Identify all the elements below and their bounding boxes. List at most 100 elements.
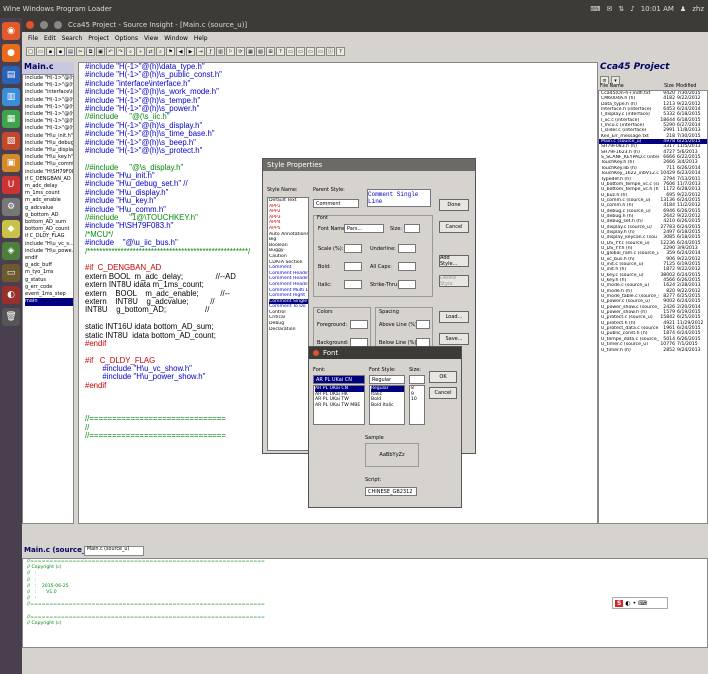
ime-mode-icon[interactable]: ◐ — [625, 600, 630, 607]
font-name-field[interactable]: Pars... — [344, 224, 384, 233]
font-field[interactable]: AR PL UKai CN — [313, 375, 365, 384]
symbol-item[interactable]: include "H(-1>"@(h)... — [25, 82, 73, 89]
software-center-icon[interactable]: ▣ — [2, 154, 20, 172]
network-icon[interactable]: ⇅ — [618, 5, 624, 13]
menu-project[interactable]: Project — [88, 35, 109, 42]
size-field[interactable] — [404, 224, 420, 233]
back-icon[interactable]: ◀ — [176, 47, 185, 56]
print-icon[interactable]: ▤ — [66, 47, 75, 56]
underline-field[interactable] — [398, 244, 416, 253]
context-window[interactable]: //======================================… — [22, 558, 708, 648]
menu-window[interactable]: Window — [164, 35, 188, 42]
font-size-item[interactable]: 10 — [411, 397, 424, 403]
minimize-icon[interactable] — [40, 21, 48, 29]
symbol-item[interactable]: g_status — [25, 277, 73, 284]
find-icon[interactable]: ⌕ — [126, 47, 135, 56]
forward-icon[interactable]: ▶ — [186, 47, 195, 56]
app-icon[interactable]: ◐ — [2, 286, 20, 304]
symbol-item[interactable]: include "interface\int... — [25, 89, 73, 96]
symbol-item[interactable]: if C_DENGBAN_AD — [25, 176, 73, 183]
done-button[interactable]: Done — [439, 199, 469, 211]
symbol-item[interactable]: m_adc_enable — [25, 197, 73, 204]
style-cancel-button[interactable]: Cancel — [439, 221, 469, 233]
symbol-item[interactable]: g_bottom_AD — [25, 212, 73, 219]
script-select[interactable]: CHINESE_GB2312 — [365, 487, 417, 496]
redo-icon[interactable]: ↷ — [116, 47, 125, 56]
symbol-item[interactable]: g_err_code — [25, 284, 73, 291]
symbol-item[interactable]: include "H(-1>"@(h)... — [25, 111, 73, 118]
menu-view[interactable]: View — [144, 35, 158, 42]
scale-field[interactable] — [344, 244, 362, 253]
layout-2-icon[interactable]: ▭ — [296, 47, 305, 56]
help-icon[interactable]: ? — [336, 47, 345, 56]
symbol-item[interactable]: event_1ms_step — [25, 291, 73, 298]
strike-field[interactable] — [398, 280, 416, 289]
open-icon[interactable]: ▭ — [36, 47, 45, 56]
parent-style-select[interactable]: Comment — [313, 199, 359, 208]
symbol-item[interactable]: include "H\u_init.h" — [25, 133, 73, 140]
load-button[interactable]: Load... — [439, 311, 469, 323]
add-style-button[interactable]: Add Style... — [439, 255, 469, 267]
menu-help[interactable]: Help — [194, 35, 208, 42]
style-list-item[interactable]: Comment Right — [269, 293, 308, 299]
clock[interactable]: 10:01 AM — [641, 5, 674, 13]
bookmark-icon[interactable]: ⚑ — [166, 47, 175, 56]
layout-3-icon[interactable]: ▭ — [306, 47, 315, 56]
font-style-list[interactable]: Regular Italic Bold Bold Italic — [369, 385, 405, 425]
symbol-item[interactable]: include "H(-1>"@(h)... — [25, 97, 73, 104]
keyboard-icon[interactable]: ⌨ — [590, 5, 600, 13]
menu-edit[interactable]: Edit — [44, 35, 56, 42]
jump-icon[interactable]: ⇥ — [196, 47, 205, 56]
symbol-item[interactable]: include "H\u_comm.h" — [25, 161, 73, 168]
font-size-field[interactable] — [409, 375, 425, 384]
copy-icon[interactable]: ⧉ — [86, 47, 95, 56]
save-icon[interactable]: ▪ — [46, 47, 55, 56]
replace-icon[interactable]: ⇄ — [146, 47, 155, 56]
maximize-icon[interactable] — [54, 21, 62, 29]
impress-icon[interactable]: ▧ — [2, 132, 20, 150]
bold-field[interactable] — [344, 262, 362, 271]
symbol-item[interactable]: include "H\SH79F083" — [25, 169, 73, 176]
allcaps-field[interactable] — [398, 262, 416, 271]
symbol-item[interactable]: include "H\u_vc_s... — [25, 241, 73, 248]
project-file-list[interactable]: Cca45(On-h+)ndfl.txt 9420 7/30/2015 CM6004A… — [598, 90, 708, 524]
trash-icon[interactable]: 🗑 — [2, 308, 20, 326]
symbol-item[interactable]: bottom_AD_count — [25, 226, 73, 233]
paste-icon[interactable]: ▣ — [96, 47, 105, 56]
dash-icon[interactable]: ◉ — [2, 22, 20, 40]
delete-style-button[interactable]: Delete Style — [439, 275, 469, 287]
volume-icon[interactable]: ♪ — [630, 5, 634, 13]
symbol-item[interactable]: include "H(-1>"@(h)... — [25, 125, 73, 132]
files-icon[interactable]: ▤ — [2, 66, 20, 84]
undo-icon[interactable]: ↶ — [106, 47, 115, 56]
project-file-row[interactable]: U_timer.h (h) 2852 9/24/2013 — [599, 348, 707, 353]
writer-icon[interactable]: ▥ — [2, 88, 20, 106]
ime-keyboard-icon[interactable]: ⌨ — [638, 600, 647, 607]
terminal-icon[interactable]: ▭ — [2, 264, 20, 282]
close-icon[interactable] — [26, 21, 34, 29]
ime-punct-icon[interactable]: • — [633, 600, 637, 607]
firefox-icon[interactable]: ● — [2, 44, 20, 62]
menu-file[interactable]: File — [28, 35, 38, 42]
symbol-item[interactable]: bottom_AD_sum — [25, 219, 73, 226]
code-line[interactable]: #include "H(-1>"@(h)\s_protect.h" — [79, 146, 597, 155]
project-window-icon[interactable]: ▦ — [246, 47, 255, 56]
font-dialog-close-icon[interactable] — [313, 350, 319, 356]
foreground-color[interactable] — [350, 320, 368, 329]
calc-icon[interactable]: ▦ — [2, 110, 20, 128]
symbol-item[interactable]: include "H(-1>"@(h)... — [25, 104, 73, 111]
save-button[interactable]: Save... — [439, 333, 469, 345]
mail-icon[interactable]: ✉ — [606, 5, 612, 13]
symbol-item[interactable]: include "H(-1>"@(h)... — [25, 75, 73, 82]
find-next-icon[interactable]: » — [136, 47, 145, 56]
symbol-item[interactable]: m_tyo_1ms — [25, 269, 73, 276]
search-files-icon[interactable]: ⌕ — [156, 47, 165, 56]
source-insight-icon[interactable]: ◈ — [2, 242, 20, 260]
symbol-item[interactable]: include "H\u_key.h" — [25, 154, 73, 161]
style-list-item[interactable]: Comment Heading 3 — [269, 282, 308, 288]
font-style-item[interactable]: Bold Italic — [371, 403, 404, 409]
ime-toolbar[interactable]: S ◐ • ⌨ — [612, 597, 668, 609]
symbol-item[interactable]: include "H\u_display... — [25, 147, 73, 154]
sync-icon[interactable]: ⟳ — [236, 47, 245, 56]
ubuntu-one-icon[interactable]: U — [2, 176, 20, 194]
